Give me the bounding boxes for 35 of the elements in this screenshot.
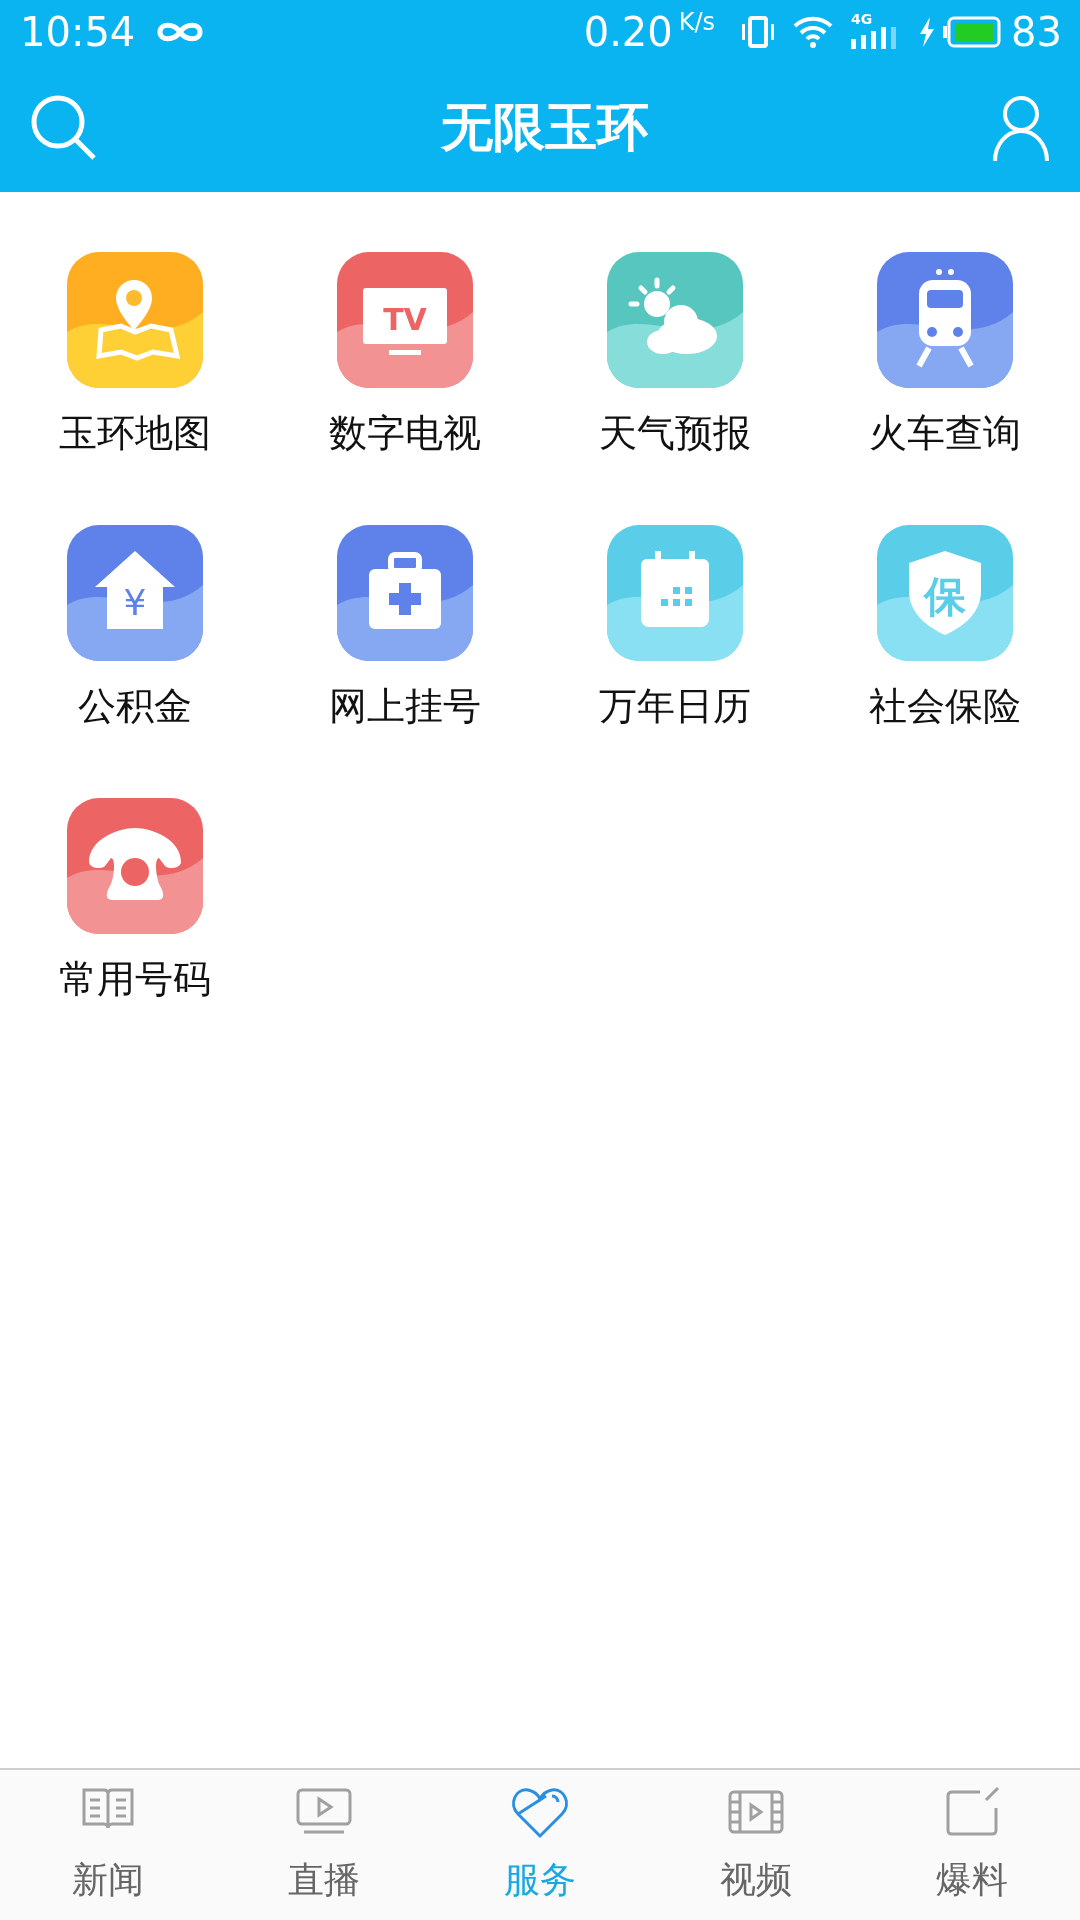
clock-time: 10:54 xyxy=(20,9,136,55)
service-tile[interactable]: 天气预报 xyxy=(599,252,751,456)
network-speed: 0.20 xyxy=(583,9,673,55)
nav-tab[interactable]: 爆料 xyxy=(864,1770,1080,1920)
charging-icon xyxy=(919,17,936,47)
nav-tab[interactable]: 直播 xyxy=(216,1770,432,1920)
hospital-icon xyxy=(337,525,473,661)
tv-icon: TV xyxy=(337,252,473,388)
service-tile[interactable]: ¥ 公积金 xyxy=(67,525,203,729)
app-title: 无限玉环 xyxy=(441,96,649,159)
service-tile[interactable]: 万年日历 xyxy=(599,525,751,729)
nav-tab[interactable]: 新闻 xyxy=(0,1770,216,1920)
calendar-icon xyxy=(607,525,743,661)
service-tile[interactable]: 网上挂号 xyxy=(329,525,481,729)
service-tile[interactable]: 保 社会保险 xyxy=(869,525,1021,729)
weather-icon xyxy=(607,252,743,388)
battery-percent: 83 xyxy=(1011,9,1062,55)
profile-button[interactable] xyxy=(992,95,1050,161)
nav-tab[interactable]: 视频 xyxy=(648,1770,864,1920)
phone-icon xyxy=(67,798,203,934)
service-tile[interactable]: TV 数字电视 xyxy=(329,252,481,456)
battery-icon xyxy=(943,16,1002,48)
service-tile[interactable]: 火车查询 xyxy=(869,252,1021,456)
map-icon xyxy=(67,252,203,388)
search-button[interactable] xyxy=(30,94,98,162)
speed-unit: K/s xyxy=(678,8,716,36)
network-type: 4G xyxy=(851,11,873,27)
fund-icon: ¥ xyxy=(67,525,203,661)
insurance-icon: 保 xyxy=(877,525,1013,661)
train-icon xyxy=(877,252,1013,388)
service-tile[interactable]: 常用号码 xyxy=(59,798,211,1002)
signal-icon xyxy=(851,27,898,49)
service-tile[interactable]: 玉环地图 xyxy=(59,252,211,456)
vibrate-icon xyxy=(741,15,776,49)
wifi-icon xyxy=(793,16,834,48)
